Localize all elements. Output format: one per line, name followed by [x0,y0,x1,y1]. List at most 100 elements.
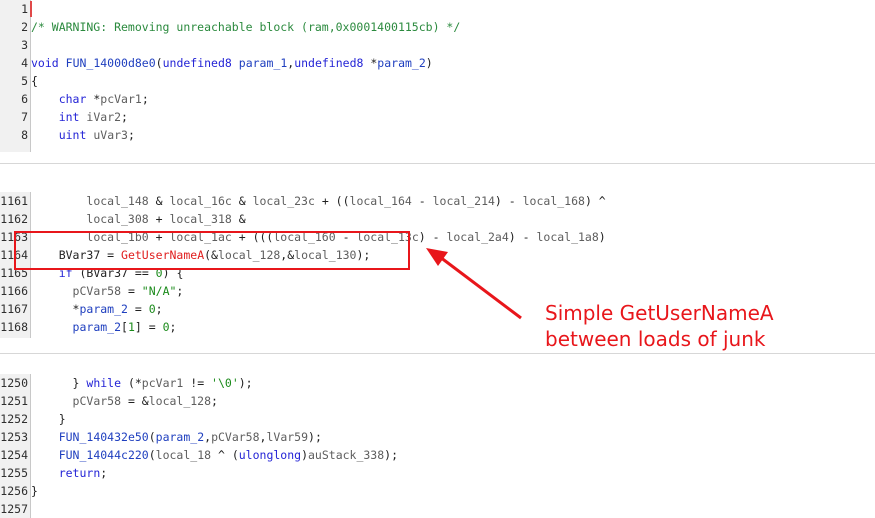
code-lines: 1 2/* WARNING: Removing unreachable block… [0,0,875,144]
line-number: 6 [21,92,28,106]
code-token: local_214 [432,194,495,208]
code-token: uVar3 [93,128,128,142]
code-token: undefined8 [294,56,364,70]
code-line[interactable]: 1162 local_308 + local_318 & [0,210,875,228]
code-line[interactable]: 1166 pCVar58 = "N/A"; [0,282,875,300]
annotation-text: Simple GetUserNameA between loads of jun… [545,300,774,352]
section-separator [0,353,875,354]
line-number: 8 [21,128,28,142]
code-token: { [31,74,38,88]
code-token: local_23c [252,194,315,208]
code-line[interactable]: 1255 return; [0,464,875,482]
code-text[interactable]: param_2[1] = 0; [31,318,177,336]
code-text[interactable]: FUN_140432e50(param_2,pCVar58,lVar59); [31,428,322,446]
code-token: return [58,466,101,480]
code-line[interactable]: 1254 FUN_14044c220(local_18 ^ (ulonglong… [0,446,875,464]
line-number: 1161 [0,194,28,208]
code-token: auStack_338 [308,448,385,462]
line-number: 3 [21,38,28,52]
code-token: while [86,376,122,390]
code-token: ulonglong [238,448,302,462]
line-number: 1254 [0,448,28,462]
code-line[interactable]: 1252 } [0,410,875,428]
code-line[interactable]: 1257 [0,500,875,518]
code-token: } [31,376,87,390]
code-text[interactable]: pCVar58 = &local_128; [31,392,218,410]
code-text[interactable]: } [31,410,66,428]
line-number: 1 [21,2,28,16]
code-line[interactable]: 1253 FUN_140432e50(param_2,pCVar58,lVar5… [0,428,875,446]
code-text[interactable]: FUN_14044c220(local_18 ^ (ulonglong)auSt… [31,446,398,464]
code-text[interactable]: *param_2 = 0; [31,300,163,318]
code-line[interactable]: 1251 pCVar58 = &local_128; [0,392,875,410]
code-line[interactable]: 1 [0,0,875,18]
code-text[interactable]: } [31,482,38,500]
code-token: local_318 [169,212,232,226]
code-text[interactable]: char *pcVar1; [31,90,149,108]
code-token: * [86,92,101,106]
code-text[interactable]: void FUN_14000d8e0(undefined8 param_1,un… [31,54,433,72]
code-token: * [363,56,378,70]
code-token: ) ^ [584,194,606,208]
code-token: } [31,412,66,426]
line-number: 7 [21,110,28,124]
code-line[interactable]: 1161 local_148 & local_16c & local_23c +… [0,192,875,210]
code-line[interactable]: 8 uint uVar3; [0,126,875,144]
code-token: local_2a4 [446,230,509,244]
code-token: = [121,284,142,298]
code-token: ; [211,394,218,408]
code-line[interactable]: 1256} [0,482,875,500]
code-token: ; [100,466,108,480]
code-token: param_1 [238,56,288,70]
annotation-line-2: between loads of junk [545,327,766,351]
line-number: 1251 [0,394,28,408]
line-number: 4 [21,56,28,70]
code-token: 0 [162,320,170,334]
code-text[interactable]: /* WARNING: Removing unreachable block (… [31,18,460,36]
line-number: 1257 [0,502,28,516]
code-line[interactable]: 2/* WARNING: Removing unreachable block … [0,18,875,36]
code-token: local_128 [148,394,212,408]
code-token: ); [238,376,253,390]
line-number: 1167 [0,302,28,316]
code-token: & [148,194,170,208]
code-token: (* [121,376,142,390]
code-token: lVar59 [266,430,309,444]
code-token: pCVar58 [211,430,260,444]
code-token: ^ ( [211,448,239,462]
code-token: * [31,302,80,316]
code-text[interactable]: local_308 + local_318 & [31,210,245,228]
code-token: local_308 [86,212,149,226]
code-line[interactable]: 6 char *pcVar1; [0,90,875,108]
code-text[interactable]: uint uVar3; [31,126,135,144]
code-text[interactable]: pCVar58 = "N/A"; [31,282,184,300]
line-number: 2 [21,20,28,34]
code-text[interactable]: } while (*pcVar1 != '\0'); [31,374,253,392]
code-text[interactable]: return; [31,464,107,482]
code-line[interactable]: 7 int iVar2; [0,108,875,126]
code-token: pCVar58 [72,394,122,408]
code-line[interactable]: 1250 } while (*pcVar1 != '\0'); [0,374,875,392]
code-line[interactable]: 5{ [0,72,875,90]
code-token: local_164 [349,194,412,208]
code-text[interactable]: int iVar2; [31,108,128,126]
code-token: ) - [418,230,447,244]
code-text[interactable]: { [31,72,38,90]
code-line[interactable]: 4 void FUN_14000d8e0(undefined8 param_1,u… [0,54,875,72]
code-token: pcVar1 [100,92,142,106]
code-token: ) - [494,194,523,208]
code-token: ( [148,448,156,462]
code-line[interactable]: 3 [0,36,875,54]
code-token: int [58,110,80,124]
code-token: uint [58,128,87,142]
code-token: pcVar1 [141,376,184,390]
code-token: local_1a8 [536,230,599,244]
code-text[interactable]: local_148 & local_16c & local_23c + ((lo… [31,192,606,210]
